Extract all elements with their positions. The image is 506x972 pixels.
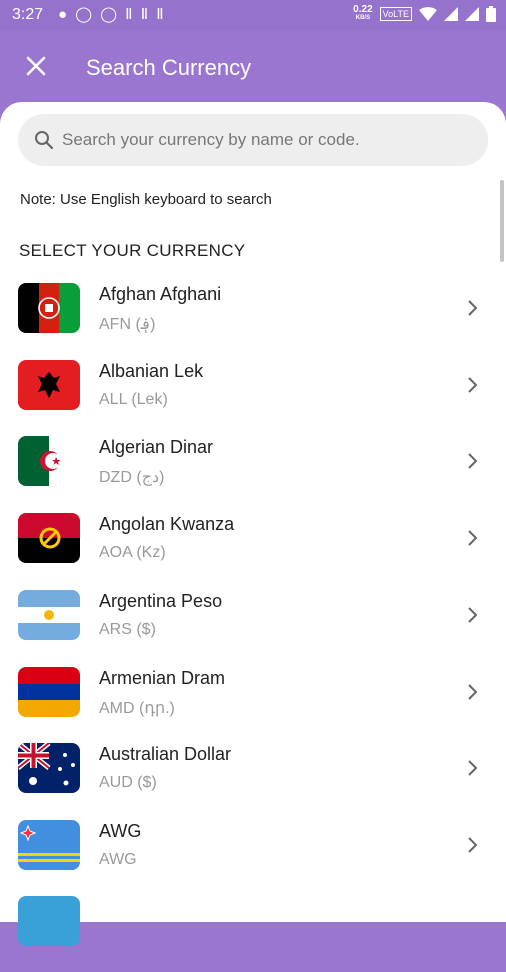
search-app-icon-2: ◯ [100, 6, 119, 23]
wifi-icon [419, 7, 437, 21]
currency-name: Albanian Lek [99, 361, 204, 381]
currency-row-afn[interactable]: Afghan Afghani AFN (؋) [0, 283, 506, 359]
scrollbar[interactable] [500, 180, 504, 262]
currency-row-aoa[interactable]: Angolan Kwanza AOA (Kz) [0, 513, 506, 589]
section-title: SELECT YOUR CURRENCY [19, 241, 246, 260]
chevron-right-icon [468, 453, 478, 469]
currency-row-amd[interactable]: Armenian Dram AMD (դր.) [0, 667, 506, 743]
angola-flag-icon [18, 513, 80, 563]
search-app-icon: ◯ [75, 6, 95, 23]
battery-icon [486, 6, 496, 22]
app-bar: Search Currency [0, 30, 506, 108]
currency-name: Australian Dollar [99, 744, 232, 764]
signal-icon [444, 7, 458, 21]
currency-code: AWG [99, 851, 137, 868]
currency-name: Argentina Peso [99, 591, 223, 611]
albania-flag-icon [18, 360, 80, 410]
currency-code: DZD (دج) [99, 469, 165, 486]
volte-badge: VoLTE [379, 7, 412, 21]
n-icon: Ⅱ [125, 6, 135, 23]
chevron-right-icon [468, 530, 478, 546]
currency-sheet: Note: Use English keyboard to search SEL… [0, 102, 506, 946]
search-note: Note: Use English keyboard to search [20, 191, 272, 208]
status-time: 3:27 [12, 6, 44, 23]
argentina-flag-icon [18, 590, 80, 640]
currency-row-awg[interactable]: AWG AWG [0, 820, 506, 896]
currency-row-ars[interactable]: Argentina Peso ARS ($) [0, 590, 506, 666]
currency-row-partial[interactable] [0, 896, 506, 972]
chevron-right-icon [468, 760, 478, 776]
close-icon[interactable] [22, 52, 50, 80]
currency-code: AMD (դր.) [99, 700, 175, 717]
aruba-flag-icon [18, 820, 80, 870]
message-icon: ● [58, 6, 70, 23]
currency-name: Angolan Kwanza [99, 514, 235, 534]
currency-code: AUD ($) [99, 774, 157, 791]
status-bar: 3:27 ● ◯ ◯ Ⅱ Ⅱ Ⅱ 0.22 KB/S VoLTE [0, 0, 506, 30]
currency-row-all[interactable]: Albanian Lek ALL (Lek) [0, 360, 506, 436]
network-speed: 0.22 KB/S [353, 5, 372, 23]
search-input[interactable] [60, 129, 484, 151]
speed-value: 0.22 [353, 4, 373, 15]
currency-code: AOA (Kz) [99, 544, 166, 561]
currency-code: AFN (؋) [99, 316, 156, 333]
partial-flag-icon [18, 896, 80, 946]
currency-code: ARS ($) [99, 621, 156, 638]
chevron-right-icon [468, 300, 478, 316]
algeria-flag-icon [18, 436, 80, 486]
chevron-right-icon [468, 684, 478, 700]
page-title: Search Currency [86, 55, 252, 80]
speed-unit: KB/S [355, 15, 371, 21]
search-icon [35, 131, 54, 150]
armenia-flag-icon [18, 667, 80, 717]
currency-name: Algerian Dinar [99, 437, 214, 457]
currency-code: ALL (Lek) [99, 391, 168, 408]
chevron-right-icon [468, 837, 478, 853]
status-right: 0.22 KB/S VoLTE [353, 5, 496, 23]
signal-icon-2 [465, 7, 479, 21]
currency-name: AWG [99, 821, 142, 841]
currency-name: Afghan Afghani [99, 284, 222, 304]
n-icon-2: Ⅱ [140, 6, 151, 23]
currency-row-aud[interactable]: Australian Dollar AUD ($) [0, 743, 506, 819]
afghanistan-flag-icon [18, 283, 80, 333]
australia-flag-icon [18, 743, 80, 793]
currency-row-dzd[interactable]: Algerian Dinar DZD (دج) [0, 436, 506, 512]
n-icon-3: Ⅱ [156, 6, 166, 23]
chevron-right-icon [468, 377, 478, 393]
notification-icons: ● ◯ ◯ Ⅱ Ⅱ Ⅱ [58, 5, 166, 23]
currency-name: Armenian Dram [99, 668, 226, 688]
chevron-right-icon [468, 607, 478, 623]
search-bar[interactable] [18, 114, 488, 166]
